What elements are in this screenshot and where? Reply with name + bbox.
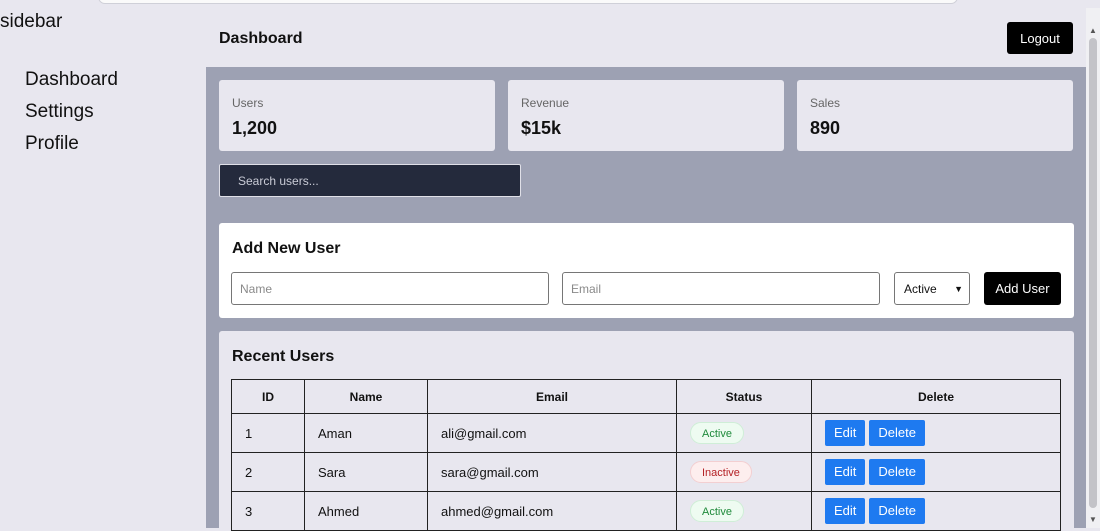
status-badge: Active bbox=[690, 500, 744, 522]
email-field[interactable] bbox=[562, 272, 880, 305]
status-badge: Inactive bbox=[690, 461, 752, 483]
vertical-scrollbar[interactable]: ▲ ▼ bbox=[1086, 8, 1100, 528]
sidebar-item-dashboard[interactable]: Dashboard bbox=[25, 64, 118, 96]
main-content: Users 1,200 Revenue $15k Sales 890 Add N… bbox=[206, 67, 1086, 531]
column-header-email: Email bbox=[427, 379, 677, 414]
cell-id: 1 bbox=[231, 413, 305, 453]
delete-button[interactable]: Delete bbox=[869, 420, 925, 446]
page-header: Dashboard Logout bbox=[206, 8, 1086, 67]
edit-button[interactable]: Edit bbox=[825, 459, 866, 485]
add-user-title: Add New User bbox=[232, 240, 341, 257]
column-header-name: Name bbox=[304, 379, 428, 414]
scrollbar-thumb[interactable] bbox=[1089, 38, 1097, 508]
stat-label: Sales bbox=[810, 96, 841, 110]
users-table: ID Name Email Status Delete 1 Aman ali@g… bbox=[231, 379, 1061, 531]
edit-button[interactable]: Edit bbox=[825, 498, 866, 524]
status-select-value: Active bbox=[904, 282, 937, 296]
stat-card-sales: Sales 890 bbox=[797, 80, 1073, 151]
logout-button[interactable]: Logout bbox=[1007, 22, 1073, 54]
cell-email: sara@gmail.com bbox=[427, 452, 677, 492]
delete-button[interactable]: Delete bbox=[869, 459, 925, 485]
add-user-form: Add New User Active ▼ Add User bbox=[219, 223, 1074, 318]
cell-status: Active bbox=[676, 491, 812, 531]
scroll-down-icon[interactable]: ▼ bbox=[1089, 515, 1097, 524]
name-field[interactable] bbox=[231, 272, 549, 305]
column-header-delete: Delete bbox=[811, 379, 1061, 414]
delete-button[interactable]: Delete bbox=[869, 498, 925, 524]
status-select[interactable]: Active ▼ bbox=[894, 272, 970, 305]
search-input[interactable] bbox=[219, 164, 521, 197]
stat-value: 890 bbox=[810, 118, 841, 138]
recent-users-title: Recent Users bbox=[232, 348, 335, 365]
cell-actions: Edit Delete bbox=[811, 491, 1061, 531]
stat-card-revenue: Revenue $15k bbox=[508, 80, 784, 151]
browser-top-strip bbox=[0, 0, 1100, 8]
stat-card-users: Users 1,200 bbox=[219, 80, 495, 151]
table-row: 3 Ahmed ahmed@gmail.com Active Edit Delet… bbox=[231, 491, 1061, 531]
address-bar-edge bbox=[98, 0, 958, 4]
cell-name: Sara bbox=[304, 452, 428, 492]
sidebar-item-profile[interactable]: Profile bbox=[25, 128, 118, 160]
column-header-status: Status bbox=[676, 379, 812, 414]
sidebar-nav: Dashboard Settings Profile bbox=[25, 64, 118, 160]
column-header-id: ID bbox=[231, 379, 305, 414]
sidebar-title: sidebar bbox=[0, 11, 63, 32]
sidebar-item-settings[interactable]: Settings bbox=[25, 96, 118, 128]
add-user-button[interactable]: Add User bbox=[984, 272, 1061, 305]
cell-name: Aman bbox=[304, 413, 428, 453]
chevron-down-icon: ▼ bbox=[954, 284, 963, 294]
stat-value: 1,200 bbox=[232, 118, 278, 138]
cell-email: ali@gmail.com bbox=[427, 413, 677, 453]
stat-value: $15k bbox=[521, 118, 562, 138]
table-header-row: ID Name Email Status Delete bbox=[231, 379, 1061, 414]
cell-actions: Edit Delete bbox=[811, 413, 1061, 453]
stat-label: Revenue bbox=[521, 96, 570, 110]
cell-status: Inactive bbox=[676, 452, 812, 492]
edit-button[interactable]: Edit bbox=[825, 420, 866, 446]
status-badge: Active bbox=[690, 422, 744, 444]
cell-id: 2 bbox=[231, 452, 305, 492]
table-row: 1 Aman ali@gmail.com Active Edit Delete bbox=[231, 413, 1061, 453]
sidebar: sidebar Dashboard Settings Profile bbox=[0, 8, 206, 528]
cell-email: ahmed@gmail.com bbox=[427, 491, 677, 531]
cell-name: Ahmed bbox=[304, 491, 428, 531]
cell-actions: Edit Delete bbox=[811, 452, 1061, 492]
page-title: Dashboard bbox=[219, 30, 303, 47]
cell-id: 3 bbox=[231, 491, 305, 531]
stat-label: Users bbox=[232, 96, 264, 110]
cell-status: Active bbox=[676, 413, 812, 453]
table-row: 2 Sara sara@gmail.com Inactive Edit Delet… bbox=[231, 452, 1061, 492]
scroll-up-icon[interactable]: ▲ bbox=[1089, 26, 1097, 35]
recent-users-card: Recent Users ID Name Email Status Delete… bbox=[219, 331, 1074, 531]
